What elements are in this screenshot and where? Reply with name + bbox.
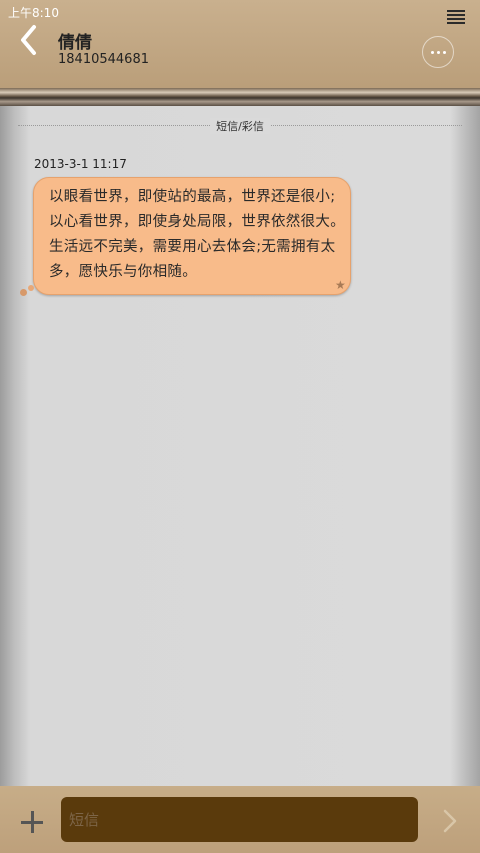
back-icon: [21, 25, 36, 55]
status-time: 上午8:10: [8, 6, 59, 20]
star-icon: ★: [335, 278, 346, 292]
back-button[interactable]: [16, 24, 46, 56]
composer-bar: [0, 786, 480, 853]
add-button[interactable]: [21, 811, 43, 833]
channel-divider: 短信/彩信: [18, 118, 462, 134]
menu-icon[interactable]: [447, 10, 465, 24]
send-button[interactable]: [440, 808, 460, 834]
message-text: 以眼看世界，即使站的最高，世界还是很小;以心看世界，即使身处局限，世界依然很大。…: [49, 189, 345, 280]
more-button[interactable]: [422, 36, 454, 68]
bubble-tail: [28, 285, 34, 291]
header: 上午8:10 倩倩 18410544681: [0, 0, 480, 95]
contact-name: 倩倩: [58, 33, 92, 53]
header-divider: [0, 88, 480, 106]
bubble-tail: [20, 289, 27, 296]
more-icon: [430, 50, 446, 54]
send-icon: [443, 809, 457, 833]
channel-label: 短信/彩信: [210, 118, 270, 134]
conversation-area[interactable]: 短信/彩信 2013-3-1 11:17 以眼看世界，即使站的最高，世界还是很小…: [0, 106, 480, 786]
sms-input[interactable]: [61, 797, 418, 842]
contact-number: 18410544681: [58, 52, 149, 67]
message-bubble[interactable]: 以眼看世界，即使站的最高，世界还是很小;以心看世界，即使身处局限，世界依然很大。…: [33, 177, 351, 295]
message-timestamp: 2013-3-1 11:17: [34, 157, 127, 171]
